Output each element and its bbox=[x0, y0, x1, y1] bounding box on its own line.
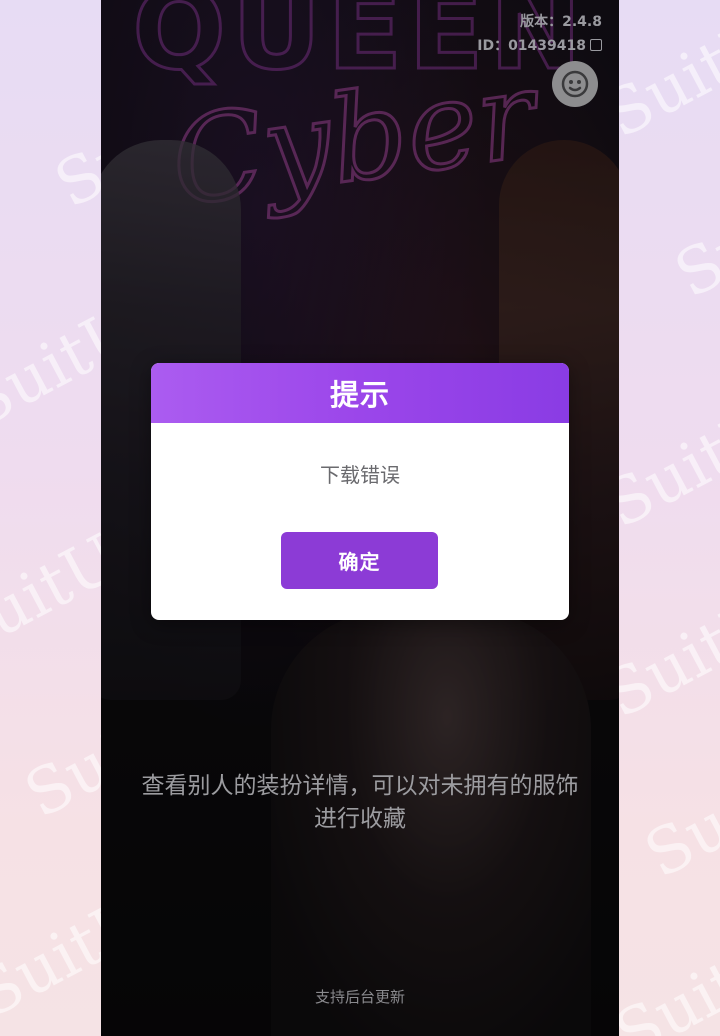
user-id-row[interactable]: ID：01439418 bbox=[477, 34, 602, 58]
watermark-text: SuitU bbox=[603, 920, 720, 1036]
dialog-message: 下载错误 bbox=[320, 463, 400, 487]
update-status-text: 支持后台更新 bbox=[314, 988, 405, 1006]
watermark-text: SuitU bbox=[663, 160, 720, 314]
version-label: 版本：2.4.8 bbox=[520, 14, 602, 30]
loading-tip-caption: 查看别人的装扮详情，可以对未拥有的服饰进行收藏 bbox=[141, 773, 579, 832]
dialog-title: 提示 bbox=[151, 363, 569, 423]
chat-face-icon-glyph bbox=[561, 70, 589, 98]
user-id-label: ID：01439418 bbox=[477, 38, 586, 54]
alert-dialog: 提示 下载错误 确定 bbox=[151, 363, 569, 620]
version-info: 版本：2.4.8 ID：01439418 bbox=[477, 10, 602, 58]
confirm-button[interactable]: 确定 bbox=[281, 532, 438, 589]
copy-icon[interactable] bbox=[590, 39, 602, 51]
chat-face-icon[interactable] bbox=[552, 61, 598, 107]
watermark-text: SuitU bbox=[633, 740, 720, 894]
